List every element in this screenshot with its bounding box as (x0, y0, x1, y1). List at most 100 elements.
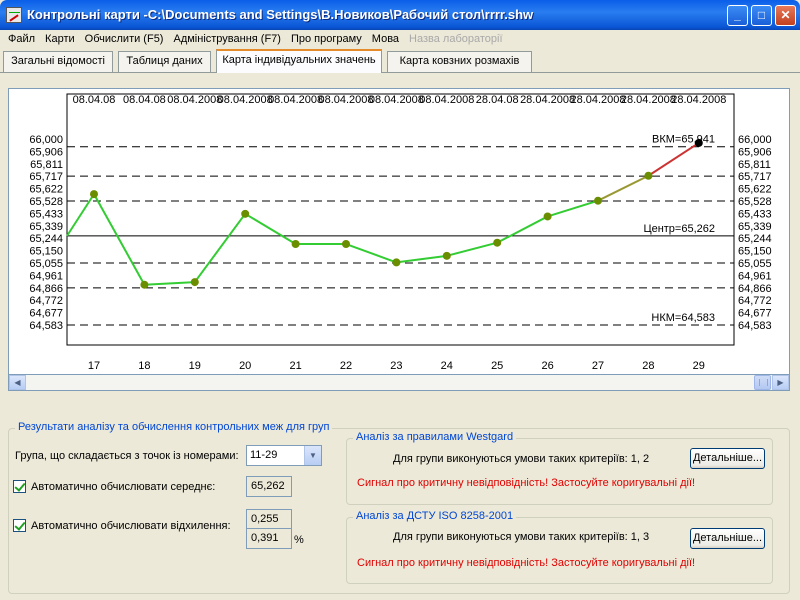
center-label: Центр=65,262 (643, 223, 715, 235)
top-date-label: 08.04.08 (73, 94, 116, 106)
results-title: Результати аналізу та обчислення контрол… (15, 421, 333, 433)
x-tick-label: 17 (88, 360, 100, 372)
y-tick-label-right: 65,906 (738, 146, 772, 158)
auto-mean-label: Автоматично обчислювати середнє: (31, 481, 216, 493)
x-tick-label: 22 (340, 360, 352, 372)
menu-file[interactable]: Файл (3, 30, 40, 49)
series-line-segment (496, 215, 549, 244)
y-tick-label-left: 65,433 (29, 208, 63, 220)
y-tick-label-left: 66,000 (29, 134, 63, 146)
tab-moving-range-chart[interactable]: Карта ковзних розмахів (387, 51, 532, 72)
y-tick-label-left: 65,055 (29, 258, 63, 270)
auto-mean-checkbox[interactable] (13, 480, 26, 493)
tab-general-info[interactable]: Загальні відомості (3, 51, 113, 72)
dstu-signal: Сигнал про критичну невідповідність! Зас… (357, 557, 696, 569)
individual-values-chart: 66,000 66,00065,906 65,90665,811 65,81165,7… (29, 93, 772, 372)
menu-calculate[interactable]: Обчислити (F5) (80, 30, 169, 49)
data-point (241, 209, 250, 218)
menu-charts[interactable]: Карти (40, 30, 80, 49)
top-date-label: 28.04.2008 (520, 94, 575, 106)
series-line-segment (144, 281, 195, 286)
series-line-segment (647, 142, 700, 177)
deviation-value-field: 0,255 (246, 509, 292, 530)
menu-administration[interactable]: Адміністрування (F7) (168, 30, 285, 49)
dstu-details-button[interactable]: Детальніше... (690, 528, 765, 549)
scroll-thumb[interactable] (754, 375, 771, 390)
menu-about[interactable]: Про програму (286, 30, 367, 49)
y-tick-label-right: 65,622 (738, 184, 772, 196)
tab-individual-values-chart[interactable]: Карта індивідуальних значень (216, 49, 382, 73)
y-tick-label-left: 65,622 (29, 184, 63, 196)
series-line-segment (193, 213, 247, 283)
top-date-label: 08.04.2008 (369, 94, 424, 106)
y-tick-label-left: 64,772 (29, 295, 63, 307)
close-button[interactable]: ✕ (775, 5, 796, 26)
mean-value-field: 65,262 (246, 476, 292, 497)
auto-deviation-checkbox[interactable] (13, 519, 26, 532)
y-tick-label-right: 65,339 (738, 221, 772, 233)
top-date-label: 08.04.2008 (268, 94, 323, 106)
x-tick-label: 18 (138, 360, 150, 372)
y-tick-label-right: 65,811 (738, 159, 771, 171)
control-chart-panel: 66,000 66,000 65,906 65,906 65,811 65,811 65,7… (8, 88, 790, 391)
group-points-select[interactable]: 11-29 ▼ (246, 445, 322, 466)
y-tick-label-right: 64,866 (738, 283, 772, 295)
data-point (291, 240, 300, 249)
tab-data-table[interactable]: Таблиця даних (118, 51, 211, 72)
top-date-label: 08.04.08 (123, 94, 166, 106)
westgard-signal: Сигнал про критичну невідповідність! Зас… (357, 477, 696, 489)
lcl-label: НКМ=64,583 (651, 312, 715, 324)
x-tick-label: 26 (541, 360, 553, 372)
window-title: Контрольні карти -C:\Documents and Setti… (27, 7, 534, 22)
series-line-segment (66, 193, 95, 237)
y-tick-label-right: 64,677 (738, 308, 772, 320)
menu-language[interactable]: Мова (367, 30, 404, 49)
x-tick-label: 27 (592, 360, 604, 372)
horizontal-scrollbar[interactable]: ◀ ▶ (8, 374, 790, 391)
scroll-left-arrow-icon[interactable]: ◀ (9, 375, 26, 390)
x-tick-label: 29 (693, 360, 705, 372)
scroll-right-arrow-icon[interactable]: ▶ (772, 375, 789, 390)
data-point (644, 171, 653, 180)
y-tick-label-right: 65,055 (738, 258, 772, 270)
ucl-label: ВКМ=65,941 (652, 134, 715, 146)
app-chart-icon[interactable] (6, 7, 22, 23)
data-point (594, 196, 602, 205)
y-tick-label-left: 65,244 (29, 233, 63, 245)
westgard-criteria: Для групи виконуються умови таких критер… (393, 453, 650, 465)
chevron-down-icon[interactable]: ▼ (304, 446, 321, 465)
plot-frame (66, 93, 735, 346)
y-tick-label-right: 65,244 (738, 233, 772, 245)
x-tick-label: 19 (189, 360, 201, 372)
data-point (543, 212, 552, 221)
minimize-button[interactable]: _ (727, 5, 748, 26)
y-tick-label-left: 65,906 (29, 146, 63, 158)
y-tick-label-left: 64,583 (29, 320, 63, 332)
data-point (342, 240, 350, 249)
data-point (190, 278, 199, 287)
y-tick-label-left: 64,677 (29, 308, 63, 320)
maximize-button[interactable]: □ (751, 5, 772, 26)
series-line-segment (547, 199, 599, 218)
y-tick-label-left: 65,811 (30, 159, 63, 171)
top-date-label: 28.04.2008 (671, 94, 726, 106)
top-date-label: 08.04.2008 (218, 94, 273, 106)
title-bar: Контрольні карти -C:\Documents and Setti… (0, 0, 800, 30)
y-tick-label-left: 64,961 (29, 270, 63, 282)
x-tick-label: 23 (390, 360, 402, 372)
y-tick-label-right: 64,772 (738, 295, 772, 307)
series-line-segment (396, 254, 447, 264)
menu-lab-name: Назва лабораторії (409, 33, 503, 45)
top-date-label: 28.04.08 (476, 94, 519, 106)
y-tick-label-right: 65,433 (738, 208, 772, 220)
series-line-segment (93, 193, 146, 286)
y-tick-label-right: 64,961 (738, 270, 772, 282)
data-point (140, 280, 149, 289)
dstu-criteria: Для групи виконуються умови таких критер… (393, 531, 650, 543)
tab-bar: Загальні відомості Таблиця даних Карта і… (0, 49, 800, 73)
y-tick-label-right: 65,150 (738, 246, 772, 258)
menu-bar: Файл Карти Обчислити (F5) Адмініструванн… (0, 30, 800, 49)
westgard-details-button[interactable]: Детальніше... (690, 448, 765, 469)
x-tick-label: 25 (491, 360, 503, 372)
y-tick-label-right: 64,583 (738, 320, 772, 332)
